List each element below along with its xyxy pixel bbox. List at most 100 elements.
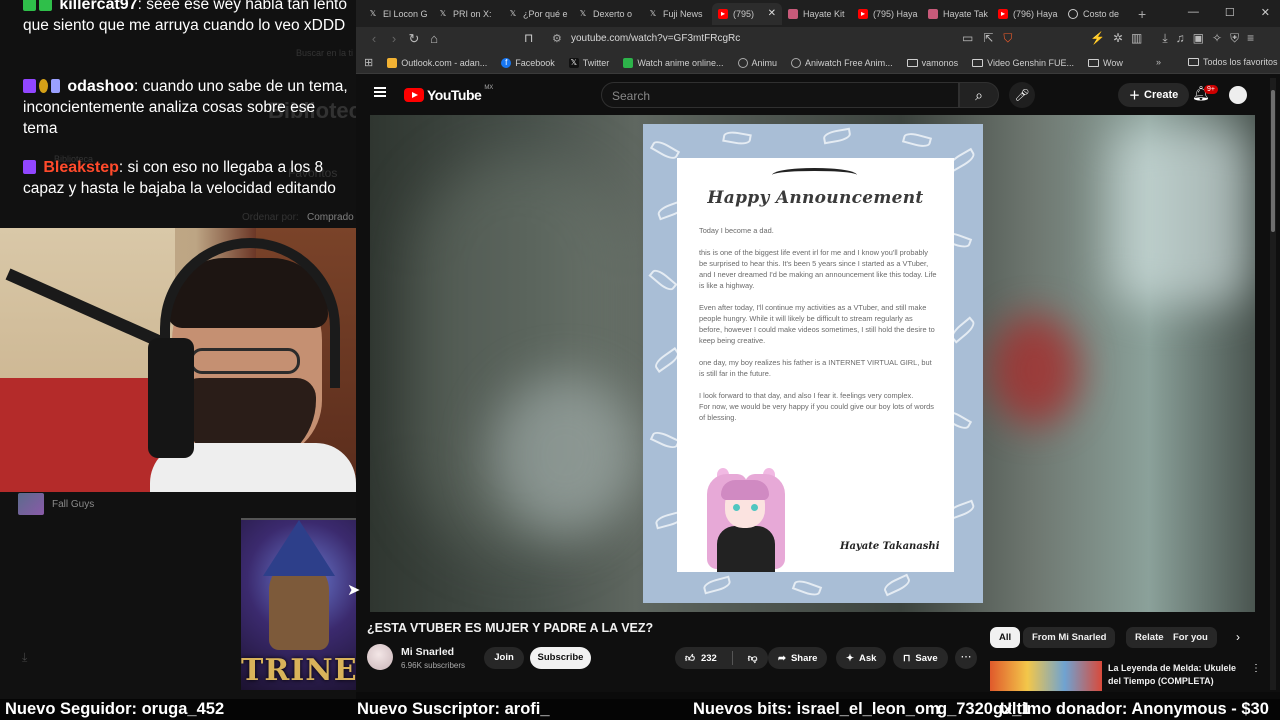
browser-tab[interactable]: ▸ (796) Haya bbox=[992, 3, 1062, 25]
minimize-icon[interactable]: — bbox=[1188, 6, 1199, 19]
chip-for-you[interactable]: For you bbox=[1164, 627, 1217, 648]
chevron-more-icon[interactable]: » bbox=[1156, 57, 1161, 67]
outlook-icon bbox=[387, 57, 398, 68]
hamburger-menu-icon[interactable] bbox=[374, 87, 386, 97]
bookmark-item[interactable]: f Facebook bbox=[501, 57, 555, 68]
close-window-icon[interactable]: ✕ bbox=[1261, 6, 1270, 19]
sidebar-icon[interactable]: ▥ bbox=[1131, 31, 1142, 46]
bookmark-item[interactable]: Watch anime online... bbox=[623, 57, 724, 68]
bookmark-item[interactable]: Aniwatch Free Anim... bbox=[791, 57, 893, 68]
chevron-right-icon[interactable]: › bbox=[1236, 630, 1240, 644]
reload-icon[interactable]: ↻ bbox=[404, 31, 424, 47]
bookmark-item[interactable]: 𝕏 Twitter bbox=[568, 57, 609, 68]
youtube-icon: ▸ bbox=[998, 8, 1008, 19]
browser-tab[interactable]: 𝕏 Dexerto o bbox=[572, 3, 642, 25]
chat-username: Bleakstep bbox=[43, 159, 119, 176]
browser-tab[interactable]: Hayate Tak bbox=[922, 3, 992, 25]
browser-tab[interactable]: Costo de bbox=[1062, 3, 1132, 25]
bookmark-item[interactable]: Outlook.com - adan... bbox=[387, 57, 487, 68]
share-button[interactable]: ➦ Share bbox=[768, 647, 828, 669]
bookmark-folder[interactable]: vamonos bbox=[906, 58, 958, 68]
like-button[interactable]: 👍︎ 232 bbox=[675, 647, 727, 669]
back-icon[interactable]: ‹ bbox=[364, 31, 384, 47]
share-page-icon[interactable]: ⇱ bbox=[983, 31, 993, 46]
x-icon: 𝕏 bbox=[568, 57, 579, 68]
extension-icon[interactable]: ⚡ bbox=[1090, 31, 1105, 46]
thumbs-down-icon: 👎︎ bbox=[747, 653, 758, 664]
create-button[interactable]: ＋ Create bbox=[1118, 83, 1190, 107]
recommended-video-thumbnail[interactable] bbox=[990, 661, 1102, 691]
leo-icon[interactable]: ✧ bbox=[1212, 31, 1222, 46]
apps-grid-icon[interactable]: ⊞ bbox=[364, 56, 373, 69]
kebab-menu-icon[interactable]: ⋮ bbox=[1251, 663, 1261, 674]
browser-tab[interactable]: 𝕏 ¿Por qué e bbox=[502, 3, 572, 25]
ask-button[interactable]: ✦ Ask bbox=[836, 647, 887, 669]
channel-avatar[interactable] bbox=[367, 644, 393, 670]
scrollbar-thumb[interactable] bbox=[1271, 90, 1275, 232]
account-avatar[interactable] bbox=[1229, 86, 1247, 104]
folder-icon bbox=[906, 58, 918, 67]
gem-badge-icon bbox=[39, 0, 52, 11]
bookmark-item[interactable]: Animu bbox=[737, 57, 777, 68]
verified-badge-icon bbox=[23, 0, 36, 11]
channel-name[interactable]: Mi Snarled bbox=[401, 646, 454, 658]
vpn-icon[interactable]: ⛨ bbox=[1230, 31, 1239, 46]
announcement-paragraph: one day, my boy realizes his father is a… bbox=[699, 358, 932, 378]
browser-tab[interactable]: 𝕏 Fuji News bbox=[642, 3, 712, 25]
video-player[interactable]: Happy Announcement Today I become a dad.… bbox=[370, 115, 1255, 612]
webcam-feed bbox=[0, 228, 356, 492]
chip-all[interactable]: All bbox=[990, 627, 1021, 648]
ticker-donation: Ultimo donador: Anonymous - $30 bbox=[1000, 700, 1269, 718]
aniwatch-icon bbox=[791, 57, 802, 68]
category-thumbnail bbox=[18, 493, 44, 515]
recommended-video-title[interactable]: La Leyenda de Melda: Ukulele del Tiempo … bbox=[1108, 662, 1248, 688]
address-bar[interactable]: youtube.com/watch?v=GF3mtFRcgRc bbox=[571, 33, 740, 44]
chip-from-channel[interactable]: From Mi Snarled bbox=[1023, 627, 1116, 648]
youtube-icon: ▸ bbox=[858, 8, 868, 19]
join-button[interactable]: Join bbox=[484, 647, 524, 669]
bookmark-folder[interactable]: Video Genshin FUE... bbox=[972, 58, 1074, 68]
wallet-icon[interactable]: ▣ bbox=[1193, 31, 1204, 46]
plus-icon: ＋ bbox=[1129, 90, 1140, 102]
subscribe-button[interactable]: Subscribe bbox=[530, 647, 591, 669]
media-icon[interactable]: ♫ bbox=[1176, 31, 1185, 46]
announcement-card: Happy Announcement Today I become a dad.… bbox=[643, 124, 983, 603]
puzzle-icon[interactable]: ✲ bbox=[1113, 31, 1123, 46]
save-button[interactable]: ⊓ Save bbox=[893, 647, 948, 669]
image-icon bbox=[928, 8, 938, 19]
new-tab-button[interactable]: + bbox=[1138, 6, 1146, 22]
browser-tab[interactable]: ▸ (795) Haya bbox=[852, 3, 922, 25]
downloads-icon[interactable]: ⤓ bbox=[1162, 31, 1167, 46]
bits-badge-icon bbox=[39, 79, 48, 93]
subscriber-count: 6.96K subscribers bbox=[401, 661, 466, 670]
cast-icon[interactable]: ▭ bbox=[962, 31, 973, 46]
browser-window: 𝕏 El Locon G 𝕏 PRI on X: 𝕏 ¿Por qué e 𝕏 Dexe… bbox=[356, 0, 1280, 692]
forward-icon[interactable]: › bbox=[384, 31, 404, 47]
browser-tab[interactable]: 𝕏 PRI on X: bbox=[432, 3, 502, 25]
home-icon[interactable]: ⌂ bbox=[424, 31, 444, 47]
youtube-header: YouTube MX Search ⌕ 🎤︎ ＋ Create 🔔︎ 9+ bbox=[356, 75, 1280, 115]
close-tab-icon[interactable]: ✕ bbox=[768, 8, 776, 19]
folder-icon bbox=[1188, 58, 1199, 66]
menu-icon[interactable]: ≡ bbox=[1247, 31, 1254, 46]
bookmark-icon: ⊓ bbox=[903, 652, 911, 664]
youtube-logo[interactable]: YouTube MX bbox=[404, 85, 493, 103]
browser-tab-active[interactable]: ▸ (795) ✕ bbox=[712, 2, 782, 25]
more-actions-icon[interactable]: ⋯ bbox=[955, 647, 977, 669]
announcement-paragraph: this is one of the biggest life event ir… bbox=[699, 248, 937, 290]
brave-shield-icon[interactable]: ⛉ bbox=[1003, 31, 1012, 46]
search-input[interactable]: Search bbox=[601, 82, 959, 108]
dislike-button[interactable]: 👎︎ bbox=[738, 647, 768, 669]
search-icon[interactable]: ⌕ bbox=[959, 82, 999, 108]
bookmark-folder[interactable]: Wow bbox=[1088, 58, 1123, 68]
browser-tab[interactable]: Hayate Kit bbox=[782, 3, 852, 25]
game-art: TRINE bbox=[241, 518, 356, 690]
globe-icon bbox=[1068, 8, 1078, 19]
site-info-icon[interactable]: ⚙ bbox=[552, 32, 562, 45]
folder-icon bbox=[972, 58, 984, 67]
browser-tab[interactable]: 𝕏 El Locon G bbox=[362, 3, 432, 25]
maximize-icon[interactable]: ☐ bbox=[1225, 6, 1235, 19]
all-bookmarks-button[interactable]: Todos los favoritos bbox=[1188, 57, 1278, 67]
bookmark-page-icon[interactable]: ⊓ bbox=[524, 31, 533, 45]
voice-search-icon[interactable]: 🎤︎ bbox=[1009, 82, 1035, 108]
